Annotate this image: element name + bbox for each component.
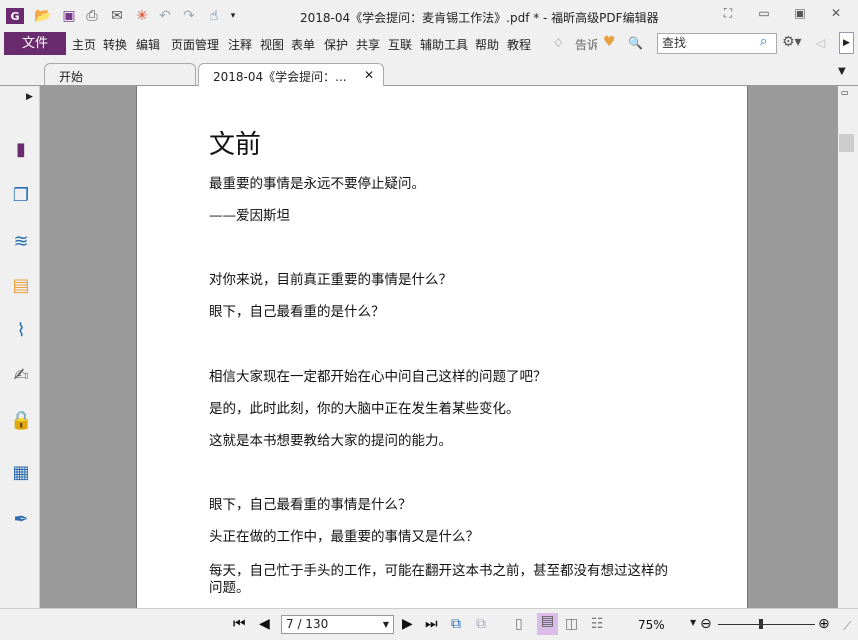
comments-icon[interactable]: ▤ [10, 275, 32, 297]
vertical-scrollbar[interactable] [838, 86, 858, 608]
folder-search-icon[interactable]: 🔍 [628, 36, 643, 50]
fullscreen-icon[interactable]: ⛶ [716, 6, 740, 24]
bookmark-icon[interactable]: ▮ [10, 139, 32, 161]
facing-page-icon[interactable]: ◫ [565, 616, 578, 632]
attachments-icon[interactable]: ⌇ [10, 320, 32, 342]
page-line: 头正在做的工作中，最重要的事情又是什么？ [209, 529, 479, 545]
email-icon[interactable]: ✉ [108, 8, 126, 24]
menu-view[interactable]: 视图 [260, 36, 284, 53]
next-page-icon[interactable]: ▶ [402, 616, 413, 632]
menu-protect[interactable]: 保护 [324, 36, 348, 53]
menu-home[interactable]: 主页 [72, 36, 96, 53]
security-lock-icon[interactable]: 🔒 [10, 410, 32, 432]
next-view-icon[interactable]: ⧉ [476, 616, 486, 632]
save-icon[interactable]: ▣ [60, 8, 78, 24]
restore-button[interactable]: ▣ [788, 6, 812, 24]
settings-icon[interactable]: ⚙▾ [782, 34, 802, 50]
layers-icon[interactable]: ≋ [10, 231, 32, 253]
hand-tool-icon[interactable]: ☝ [205, 8, 223, 24]
continuous-page-icon[interactable]: ▤ [537, 613, 558, 635]
search-icon[interactable]: ⌕ [760, 34, 767, 49]
customize-dropdown-icon[interactable]: ▾ [224, 8, 242, 24]
last-page-icon[interactable]: ⏭ [425, 616, 438, 632]
certify-icon[interactable]: ✒ [10, 509, 32, 531]
page-line: 最重要的事情是永远不要停止疑问。 [209, 176, 425, 192]
tab-label: 开始 [59, 70, 84, 84]
menu-accessibility[interactable]: 辅助工具 [420, 36, 468, 53]
zoom-slider[interactable] [718, 624, 815, 625]
pdf-page: 文前 最重要的事情是永远不要停止疑问。 ——爱因斯坦 对你来说，目前真正重要的事… [136, 86, 748, 608]
zoom-slider-thumb[interactable] [758, 619, 763, 629]
heart-icon[interactable]: ♥ [603, 34, 616, 50]
page-line: 眼下，自己最看重的事情是什么？ [209, 497, 412, 513]
menu-share[interactable]: 共享 [356, 36, 380, 53]
search-input[interactable]: 查找 [657, 33, 777, 54]
window-title: 2018-04《学会提问：麦肯锡工作法》.pdf * - 福昕高级PDF编辑器 [300, 11, 659, 25]
close-button[interactable]: ✕ [824, 6, 848, 24]
page-line: 相信大家现在一定都开始在心中问自己这样的问题了吧？ [209, 369, 547, 385]
menu-help[interactable]: 帮助 [475, 36, 499, 53]
resize-grip-icon[interactable]: ⟋ [843, 619, 851, 634]
menu-page-management[interactable]: 页面管理 [171, 36, 219, 53]
zoom-level[interactable]: 75% [638, 618, 665, 632]
document-viewer[interactable]: 文前 最重要的事情是永远不要停止疑问。 ——爱因斯坦 对你来说，目前真正重要的事… [40, 86, 838, 608]
menu-tutorial[interactable]: 教程 [507, 36, 531, 53]
signature-icon[interactable]: ✍ [10, 365, 32, 387]
new-icon[interactable]: ✳ [133, 8, 151, 24]
previous-page-icon[interactable]: ◀ [259, 616, 270, 632]
continuous-facing-icon[interactable]: ☷ [591, 616, 604, 632]
app-logo-icon: G [6, 8, 24, 24]
redo-icon[interactable]: ↷ [180, 8, 198, 24]
tab-list-dropdown-icon[interactable]: ▼ [838, 66, 846, 77]
print-icon[interactable]: ⎙ [83, 8, 101, 24]
open-icon[interactable]: 📂 [34, 8, 52, 24]
form-fields-icon[interactable]: ▦ [10, 462, 32, 484]
page-line: ——爱因斯坦 [209, 208, 290, 224]
tell-me[interactable]: 告诉 [575, 36, 597, 53]
page-line: 这就是本书想要教给大家的提问的能力。 [209, 433, 452, 449]
zoom-out-icon[interactable]: ⊖ [700, 616, 712, 632]
scrollbar-thumb[interactable] [839, 134, 854, 152]
tab-document[interactable]: 2018-04《学会提问：... ✕ [198, 63, 384, 87]
tab-start[interactable]: 开始 [44, 63, 196, 86]
menu-convert[interactable]: 转换 [103, 36, 127, 53]
menu-edit[interactable]: 编辑 [136, 36, 160, 53]
menu-comment[interactable]: 注释 [228, 36, 252, 53]
minimize-button[interactable]: ▭ [752, 6, 776, 24]
zoom-in-icon[interactable]: ⊕ [818, 616, 830, 632]
close-tab-icon[interactable]: ✕ [364, 68, 374, 82]
page-line: 每天，自己忙于手头的工作，可能在翻开这本书之前，甚至都没有想过这样的问题。 [209, 563, 668, 596]
page-number: 7 / 130 [286, 617, 329, 631]
page-line: 对你来说，目前真正重要的事情是什么？ [209, 272, 452, 288]
previous-view-icon[interactable]: ⧉ [451, 616, 461, 632]
first-page-icon[interactable]: ⏮ [233, 616, 246, 632]
menu-file[interactable]: 文件 [4, 32, 66, 55]
ribbon-scroll-right[interactable]: ▶ [839, 32, 854, 54]
single-page-icon[interactable]: ▯ [515, 616, 523, 632]
page-heading: 文前 [209, 130, 262, 160]
expand-pane-icon[interactable]: ▶ [26, 92, 33, 102]
undo-icon[interactable]: ↶ [156, 8, 174, 24]
page-number-input[interactable]: 7 / 130 ▼ [281, 615, 394, 634]
scroll-up-icon[interactable]: ▭ [841, 88, 849, 97]
menu-form[interactable]: 表单 [291, 36, 315, 53]
lightbulb-icon[interactable]: ♢ [553, 36, 564, 50]
chevron-down-icon[interactable]: ▼ [383, 616, 389, 633]
tab-label: 2018-04《学会提问：... [213, 70, 347, 84]
zoom-dropdown-icon[interactable]: ▼ [690, 618, 696, 627]
page-line: 眼下，自己最看重的是什么？ [209, 304, 385, 320]
menu-connect[interactable]: 互联 [388, 36, 412, 53]
page-line: 是的，此时此刻，你的大脑中正在发生着某些变化。 [209, 401, 520, 417]
prev-ribbon-icon[interactable]: ◁ [816, 36, 825, 50]
pages-thumbnail-icon[interactable]: ❐ [10, 185, 32, 207]
